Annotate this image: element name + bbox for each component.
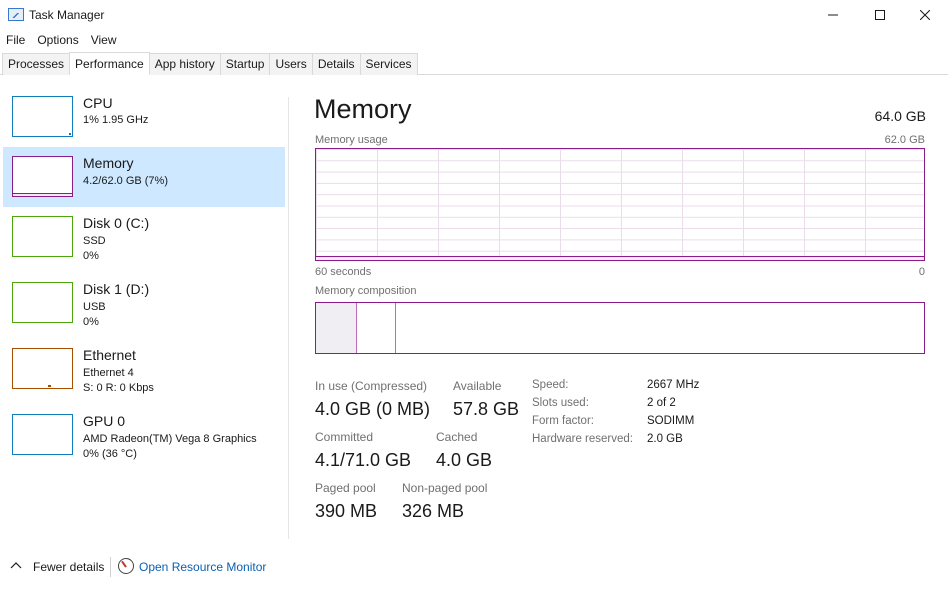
memory-usage-fill xyxy=(316,256,924,260)
sidebar-sub-gpu-usage: 0% (36 °C) xyxy=(83,448,137,460)
sidebar-title-memory: Memory xyxy=(83,155,134,171)
memory-composition-label: Memory composition xyxy=(315,285,417,297)
slots-used-value: 2 of 2 xyxy=(647,397,676,409)
non-paged-pool-value: 326 MB xyxy=(402,501,465,521)
sidebar-sub-ethernet-name: Ethernet 4 xyxy=(83,367,134,379)
time-axis-left: 60 seconds xyxy=(315,266,372,278)
sidebar-title-disk0: Disk 0 (C:) xyxy=(83,215,150,231)
tab-app-history[interactable]: App history xyxy=(148,53,221,75)
disk1-mini-graph xyxy=(12,282,73,323)
available-value: 57.8 GB xyxy=(453,399,520,419)
committed-label: Committed xyxy=(315,430,374,444)
menu-view[interactable]: View xyxy=(85,30,123,50)
menu-options[interactable]: Options xyxy=(31,30,84,50)
memory-composition-bar xyxy=(315,302,925,354)
memory-usage-label: Memory usage xyxy=(315,134,388,146)
task-manager-icon xyxy=(8,8,24,21)
committed-value: 4.1/71.0 GB xyxy=(315,450,412,470)
form-factor-value: SODIMM xyxy=(647,415,695,427)
fewer-details-button[interactable]: Fewer details xyxy=(33,560,104,574)
footer-divider xyxy=(110,557,111,577)
sidebar-item-gpu[interactable]: GPU 0 AMD Radeon(TM) Vega 8 Graphics 0% … xyxy=(3,405,285,465)
maximize-icon xyxy=(875,10,885,20)
sidebar-item-disk1[interactable]: Disk 1 (D:) USB 0% xyxy=(3,273,285,333)
sidebar-item-memory[interactable]: Memory 4.2/62.0 GB (7%) xyxy=(3,147,285,207)
menu-file[interactable]: File xyxy=(0,30,31,50)
sidebar-title-ethernet: Ethernet xyxy=(83,347,136,363)
sidebar-sub-disk1-type: USB xyxy=(83,301,106,313)
tab-strip: Processes Performance App history Startu… xyxy=(0,52,948,75)
footer: Fewer details Open Resource Monitor xyxy=(0,553,948,581)
minimize-button[interactable] xyxy=(810,0,856,30)
cached-label: Cached xyxy=(436,430,478,444)
hardware-reserved-label: Hardware reserved: xyxy=(532,433,633,445)
time-axis-right: 0 xyxy=(918,266,925,278)
sidebar-sub-gpu-name: AMD Radeon(TM) Vega 8 Graphics xyxy=(83,433,257,445)
tab-processes[interactable]: Processes xyxy=(2,53,71,75)
chevron-up-icon[interactable] xyxy=(10,561,22,569)
sidebar-sub-ethernet-rate: S: 0 R: 0 Kbps xyxy=(83,382,154,394)
tab-performance[interactable]: Performance xyxy=(69,52,150,75)
disk0-mini-graph xyxy=(12,216,73,257)
sidebar-title-disk1: Disk 1 (D:) xyxy=(83,281,150,297)
sidebar-sub-disk0-type: SSD xyxy=(83,235,106,247)
close-icon xyxy=(920,10,930,20)
available-label: Available xyxy=(453,379,502,393)
sidebar-title-cpu: CPU xyxy=(83,95,113,111)
cpu-mini-graph xyxy=(12,96,73,137)
menu-bar: File Options View xyxy=(0,30,948,50)
tab-startup[interactable]: Startup xyxy=(219,53,271,75)
non-paged-pool-label: Non-paged pool xyxy=(402,481,488,495)
speed-value: 2667 MHz xyxy=(647,379,700,391)
maximize-button[interactable] xyxy=(857,0,903,30)
paged-pool-label: Paged pool xyxy=(315,481,376,495)
window-title: Task Manager xyxy=(29,8,105,22)
title-bar: Task Manager xyxy=(0,0,948,30)
minimize-icon xyxy=(828,14,838,16)
close-button[interactable] xyxy=(902,0,948,30)
tab-services[interactable]: Services xyxy=(359,53,418,75)
composition-modified[interactable] xyxy=(357,303,396,353)
in-use-label: In use (Compressed) xyxy=(315,379,428,393)
page-title: Memory xyxy=(314,94,412,124)
tab-users[interactable]: Users xyxy=(269,53,313,75)
memory-usage-graph xyxy=(315,148,925,261)
total-memory: 64.0 GB xyxy=(874,108,926,124)
open-resource-monitor-link[interactable]: Open Resource Monitor xyxy=(139,560,266,574)
sidebar-item-disk0[interactable]: Disk 0 (C:) SSD 0% xyxy=(3,207,285,267)
resource-monitor-icon xyxy=(118,558,134,574)
sidebar-item-cpu[interactable]: CPU 1% 1.95 GHz xyxy=(3,87,285,147)
memory-mini-graph xyxy=(12,156,73,197)
memory-usage-max: 62.0 GB xyxy=(884,134,925,146)
sidebar-title-gpu: GPU 0 xyxy=(83,413,126,429)
panel-divider[interactable] xyxy=(288,97,289,539)
gpu-mini-graph xyxy=(12,414,73,455)
form-factor-label: Form factor: xyxy=(532,415,594,427)
composition-in-use[interactable] xyxy=(316,303,357,353)
sidebar-sub-memory: 4.2/62.0 GB (7%) xyxy=(83,175,168,187)
ethernet-mini-graph xyxy=(12,348,73,389)
hardware-reserved-value: 2.0 GB xyxy=(647,433,683,445)
cached-value: 4.0 GB xyxy=(436,450,493,470)
paged-pool-value: 390 MB xyxy=(315,501,378,521)
in-use-value: 4.0 GB (0 MB) xyxy=(315,399,431,419)
sidebar-sub-disk0-usage: 0% xyxy=(83,250,99,262)
slots-used-label: Slots used: xyxy=(532,397,589,409)
speed-label: Speed: xyxy=(532,379,569,391)
sidebar-item-ethernet[interactable]: Ethernet Ethernet 4 S: 0 R: 0 Kbps xyxy=(3,339,285,399)
sidebar-sub-cpu: 1% 1.95 GHz xyxy=(83,114,149,126)
sidebar-sub-disk1-usage: 0% xyxy=(83,316,99,328)
tab-details[interactable]: Details xyxy=(311,53,361,75)
